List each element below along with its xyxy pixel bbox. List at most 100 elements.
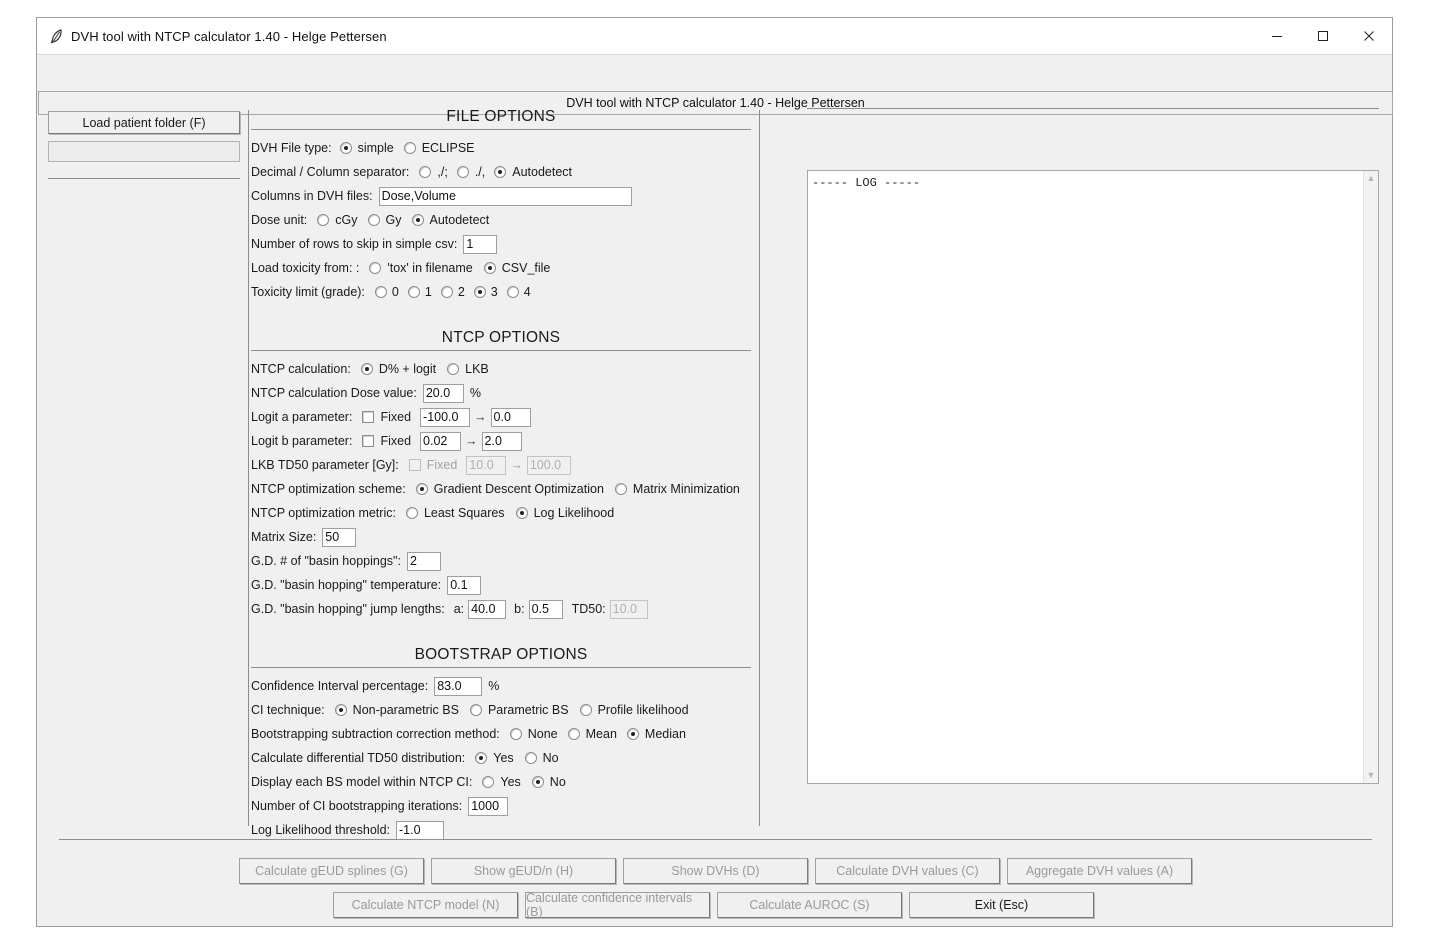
row-matrix-size: Matrix Size: 50: [251, 525, 751, 549]
radio-scheme-gradient-label: Gradient Descent Optimization: [433, 482, 604, 496]
row-columns: Columns in DVH files: Dose,Volume: [251, 184, 751, 208]
action-row-primary: Calculate gEUD splines (G) Show gEUD/n (…: [239, 858, 1192, 884]
radio-toxlimit-0[interactable]: [374, 286, 387, 298]
iterations-input[interactable]: 1000: [468, 796, 509, 816]
radio-technique-nonparametric[interactable]: [334, 704, 347, 716]
aggregate-dvh-values-button[interactable]: Aggregate DVH values (A): [1007, 858, 1192, 884]
radio-technique-parametric[interactable]: [469, 704, 482, 716]
minimize-button[interactable]: [1254, 18, 1300, 54]
show-geud-n-button[interactable]: Show gEUD/n (H): [431, 858, 616, 884]
show-dvhs-button[interactable]: Show DVHs (D): [623, 858, 808, 884]
dose-value-input[interactable]: 20.0: [422, 383, 464, 403]
radio-metric-least-squares-label: Least Squares: [423, 506, 505, 520]
row-lkb-td50: LKB TD50 parameter [Gy]: Fixed 10.0 → 10…: [251, 453, 751, 477]
logit-b-label: Logit b parameter:: [251, 434, 353, 448]
dose-value-label: NTCP calculation Dose value:: [251, 386, 417, 400]
radio-displaybs-yes[interactable]: [482, 776, 495, 788]
checkbox-logit-a-fixed[interactable]: [362, 411, 375, 423]
confidence-interval-input[interactable]: 83.0: [434, 676, 483, 696]
checkbox-lkb-td50-fixed: [408, 459, 421, 471]
radio-subtraction-none-label: None: [527, 727, 558, 741]
radio-doseunit-gy[interactable]: [367, 214, 380, 226]
radio-metric-log-likelihood-label: Log Likelihood: [533, 506, 615, 520]
bootstrap-options-title: BOOTSTRAP OPTIONS: [414, 646, 588, 663]
calculate-dvh-values-button[interactable]: Calculate DVH values (C): [815, 858, 1000, 884]
radio-toxlimit-3[interactable]: [473, 286, 486, 298]
calculate-auroc-button[interactable]: Calculate AUROC (S): [717, 892, 902, 918]
load-patient-folder-button[interactable]: Load patient folder (F): [48, 111, 240, 134]
radio-scheme-gradient[interactable]: [415, 483, 428, 495]
scroll-up-icon[interactable]: ▲: [1367, 174, 1376, 183]
close-button[interactable]: [1346, 18, 1392, 54]
log-box: ----- LOG ----- ▲ ▼: [807, 170, 1379, 784]
optimization-scheme-label: NTCP optimization scheme:: [251, 482, 406, 496]
patient-folder-status-field: [48, 141, 240, 162]
radio-subtraction-mean[interactable]: [567, 728, 580, 740]
radio-difftd50-no[interactable]: [524, 752, 537, 764]
scroll-down-icon[interactable]: ▼: [1367, 771, 1376, 780]
radio-toxlimit-4[interactable]: [506, 286, 519, 298]
main-body: Load patient folder (F) FILE OPTIONS DVH…: [37, 86, 1392, 926]
radio-ntcp-dlogit[interactable]: [360, 363, 373, 375]
radio-subtraction-median-label: Median: [644, 727, 686, 741]
basin-hoppings-input[interactable]: 2: [406, 551, 441, 571]
radio-technique-profile[interactable]: [579, 704, 592, 716]
matrix-size-input[interactable]: 50: [322, 527, 357, 547]
row-subtraction-method: Bootstrapping subtraction correction met…: [251, 722, 751, 746]
logit-a-max-input[interactable]: 0.0: [490, 407, 531, 427]
logit-b-min-input[interactable]: 0.02: [420, 431, 462, 451]
jump-a-input[interactable]: 40.0: [468, 599, 507, 619]
row-differential-td50: Calculate differential TD50 distribution…: [251, 746, 751, 770]
row-iterations: Number of CI bootstrapping iterations: 1…: [251, 794, 751, 818]
calculate-geud-splines-button[interactable]: Calculate gEUD splines (G): [239, 858, 424, 884]
checkbox-logit-b-fixed[interactable]: [362, 435, 375, 447]
lkb-td50-fixed-label: Fixed: [426, 458, 458, 472]
lkb-td50-min-input: 10.0: [466, 455, 507, 475]
maximize-button[interactable]: [1300, 18, 1346, 54]
row-basin-temperature: G.D. "basin hopping" temperature: 0.1: [251, 573, 751, 597]
logit-a-min-input[interactable]: -100.0: [420, 407, 471, 427]
row-toxicity-limit: Toxicity limit (grade): 0 1 2 3 4: [251, 280, 751, 304]
log-scrollbar[interactable]: ▲ ▼: [1363, 171, 1378, 783]
radio-subtraction-none[interactable]: [509, 728, 522, 740]
row-dvh-file-type: DVH File type: simple ECLIPSE: [251, 136, 751, 160]
radio-doseunit-autodetect[interactable]: [411, 214, 424, 226]
radio-toxfrom-filename-label: 'tox' in filename: [387, 261, 473, 275]
radio-ntcp-lkb[interactable]: [447, 363, 460, 375]
radio-separator-semicolon[interactable]: [419, 166, 432, 178]
radio-separator-autodetect[interactable]: [494, 166, 507, 178]
logit-b-max-input[interactable]: 2.0: [481, 431, 522, 451]
log-panel: ----- LOG ----- ▲ ▼: [807, 108, 1379, 784]
calculate-confidence-intervals-button[interactable]: Calculate confidence intervals (B): [525, 891, 710, 919]
radio-toxlimit-1[interactable]: [407, 286, 420, 298]
header-banner-area: DVH tool with NTCP calculator 1.40 - Hel…: [37, 54, 1394, 115]
row-ci-technique: CI technique: Non-parametric BS Parametr…: [251, 698, 751, 722]
radio-difftd50-yes[interactable]: [475, 752, 488, 764]
radio-displaybs-no-label: No: [549, 775, 566, 789]
window-title: DVH tool with NTCP calculator 1.40 - Hel…: [71, 28, 387, 44]
lkb-range-arrow-icon: →: [510, 458, 523, 472]
radio-filetype-eclipse[interactable]: [403, 142, 416, 154]
skip-rows-input[interactable]: 1: [463, 234, 498, 254]
radio-toxlimit-2[interactable]: [440, 286, 453, 298]
radio-metric-least-squares[interactable]: [405, 507, 418, 519]
radio-toxfrom-csv[interactable]: [483, 262, 496, 274]
radio-filetype-simple[interactable]: [339, 142, 352, 154]
basin-temperature-input[interactable]: 0.1: [447, 575, 482, 595]
exit-button[interactable]: Exit (Esc): [909, 892, 1094, 918]
confidence-interval-label: Confidence Interval percentage:: [251, 679, 429, 693]
radio-separator-comma[interactable]: [456, 166, 469, 178]
radio-doseunit-cgy[interactable]: [317, 214, 330, 226]
columns-input[interactable]: Dose,Volume: [378, 186, 632, 206]
lkb-td50-max-input: 100.0: [526, 455, 571, 475]
radio-scheme-matrix[interactable]: [614, 483, 627, 495]
row-display-bs: Display each BS model within NTCP CI: Ye…: [251, 770, 751, 794]
radio-displaybs-no[interactable]: [531, 776, 544, 788]
jump-b-input[interactable]: 0.5: [528, 599, 563, 619]
radio-subtraction-median[interactable]: [626, 728, 639, 740]
radio-toxfrom-filename[interactable]: [369, 262, 382, 274]
loglik-threshold-input[interactable]: -1.0: [396, 820, 444, 840]
radio-metric-log-likelihood[interactable]: [515, 507, 528, 519]
calculate-ntcp-model-button[interactable]: Calculate NTCP model (N): [333, 892, 518, 918]
radio-displaybs-yes-label: Yes: [500, 775, 521, 789]
